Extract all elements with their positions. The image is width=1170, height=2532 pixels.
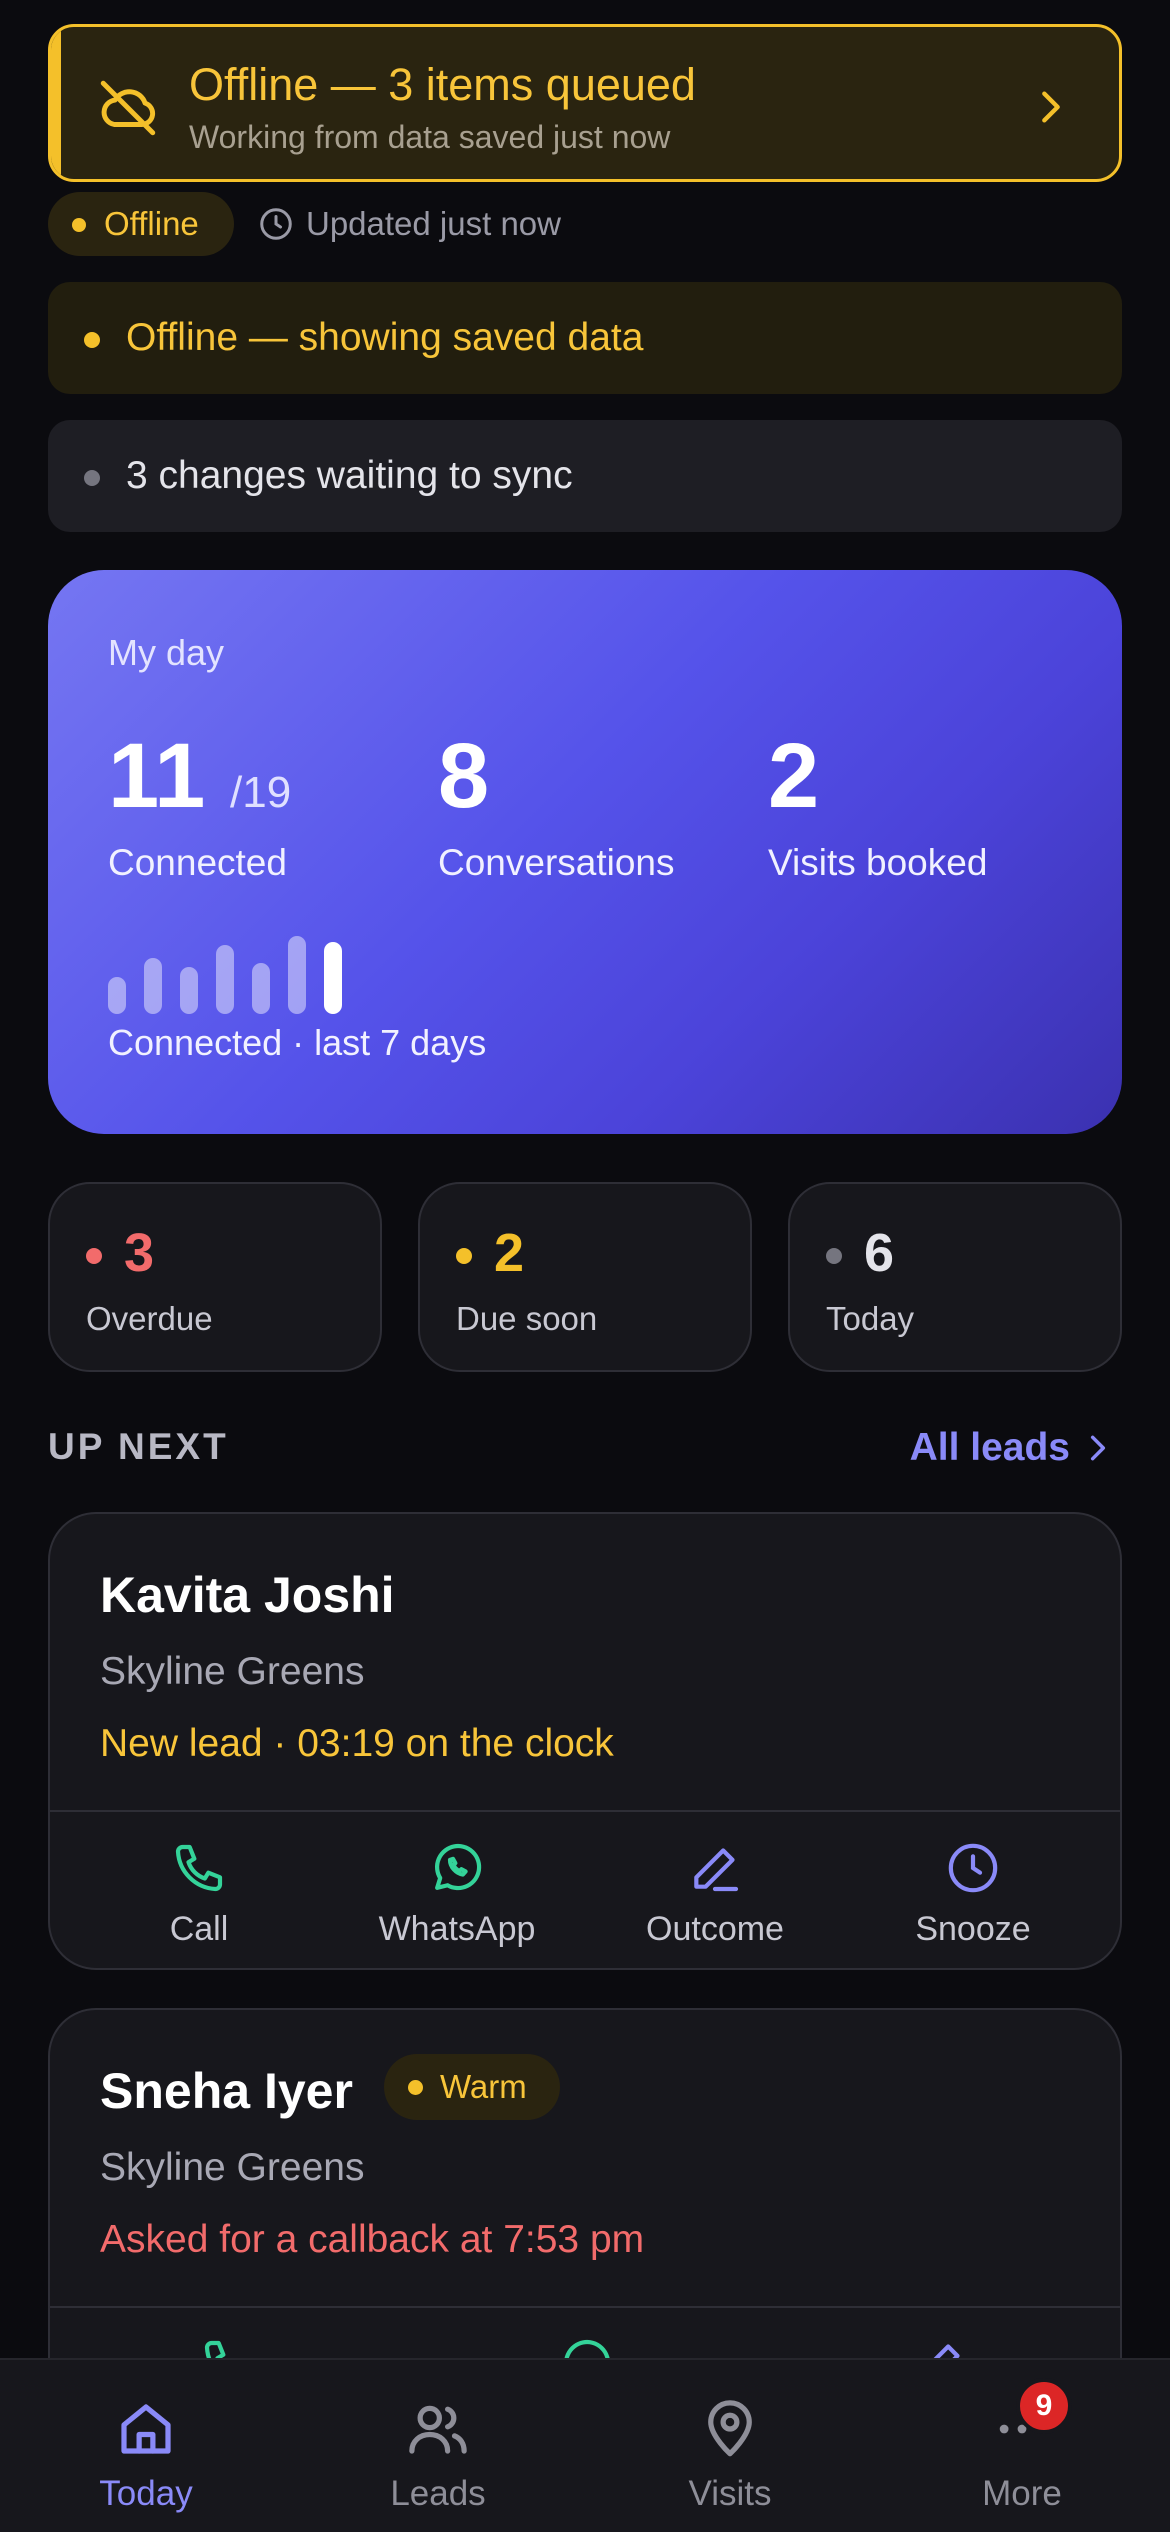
more-notification-badge: 9 [1016, 2378, 1072, 2434]
due-soon-count: 2 [494, 1223, 525, 1283]
outcome-label: Outcome [646, 1910, 784, 1948]
card-divider [50, 1810, 1120, 1812]
overdue-tile[interactable]: 3 Overdue [48, 1182, 382, 1372]
overdue-count: 3 [124, 1223, 155, 1283]
today-label: Today [826, 1300, 915, 1337]
banner-subtitle: Working from data saved just now [189, 119, 671, 155]
saved-data-notice: Offline — showing saved data [48, 282, 1122, 394]
sparkline-bar [108, 977, 126, 1014]
visits-booked-label: Visits booked [768, 842, 988, 883]
users-icon [409, 2405, 467, 2454]
notice-dot [84, 332, 100, 348]
my-day-card: My day 11 /19 Connected 8 Conversations … [48, 570, 1122, 1134]
snooze-label: Snooze [915, 1910, 1031, 1948]
badge-label: Warm [440, 2068, 527, 2105]
whatsapp-button[interactable]: WhatsApp [328, 1840, 586, 1949]
lead-name: Sneha Iyer [100, 2063, 353, 2119]
clock-icon [948, 1843, 998, 1893]
sparkline-bar [180, 967, 198, 1014]
call-label: Call [169, 1910, 229, 1948]
all-leads-link[interactable]: All leads [910, 1426, 1070, 1470]
status-dot [72, 218, 86, 232]
connected-sparkline [108, 934, 368, 1014]
due-soon-label: Due soon [456, 1300, 598, 1337]
overdue-label: Overdue [86, 1300, 213, 1337]
card-divider [50, 2306, 1120, 2308]
nav-visits[interactable]: Visits [584, 2360, 876, 2532]
due-soon-dot [456, 1248, 472, 1264]
nav-leads-label: Leads [390, 2474, 486, 2513]
badge-dot [408, 2080, 423, 2095]
whatsapp-icon [434, 1843, 482, 1891]
sync-pending-text: 3 changes waiting to sync [126, 454, 573, 497]
sync-pending-notice: 3 changes waiting to sync [48, 420, 1122, 532]
today-tile[interactable]: 6 Today [788, 1182, 1122, 1372]
map-pin-icon [708, 2400, 752, 2457]
due-soon-tile[interactable]: 2 Due soon [418, 1182, 752, 1372]
up-next-heading: UP NEXT [48, 1426, 229, 1467]
banner-title: Offline — 3 items queued [189, 59, 696, 110]
nav-more[interactable]: More [876, 2360, 1168, 2532]
conversations-value: 8 [438, 725, 490, 827]
notice-dot [84, 470, 100, 486]
today-count: 6 [864, 1223, 895, 1283]
my-day-heading: My day [108, 632, 225, 673]
updated-timestamp: Updated just now [306, 205, 561, 242]
nav-visits-label: Visits [688, 2474, 772, 2513]
outcome-button[interactable]: Outcome [586, 1840, 844, 1949]
lead-status: New lead · 03:19 on the clock [100, 1722, 614, 1765]
connected-label: Connected [108, 842, 287, 883]
sparkline-bar [252, 963, 270, 1014]
nav-leads[interactable]: Leads [292, 2360, 584, 2532]
nav-today-label: Today [99, 2474, 193, 2513]
phone-icon [175, 1844, 223, 1892]
lead-name: Kavita Joshi [100, 1567, 395, 1623]
sparkline-bar [216, 945, 234, 1014]
sparkline-bar [288, 936, 306, 1014]
pencil-icon [694, 1848, 739, 1892]
whatsapp-label: WhatsApp [378, 1910, 536, 1948]
snooze-button[interactable]: Snooze [844, 1840, 1102, 1949]
lead-status: Asked for a callback at 7:53 pm [100, 2218, 645, 2261]
nav-more-label: More [982, 2474, 1062, 2513]
sparkline-caption: Connected · last 7 days [108, 1022, 487, 1063]
visits-booked-value: 2 [768, 725, 820, 827]
offline-banner[interactable]: Offline — 3 items queued Working from da… [48, 24, 1122, 182]
sparkline-bar [324, 942, 342, 1014]
bottom-navigation: Today Leads Visits More [0, 2358, 1170, 2532]
connected-total: /19 [230, 768, 292, 817]
lead-temperature-badge: Warm [384, 2054, 560, 2120]
chevron-right-icon [1042, 91, 1060, 123]
lead-project: Skyline Greens [100, 2146, 365, 2189]
overdue-dot [86, 1248, 102, 1264]
today-dot [826, 1248, 842, 1264]
conversations-label: Conversations [438, 842, 675, 883]
home-icon [121, 2404, 171, 2454]
offline-chip-label: Offline [104, 205, 199, 242]
connected-value: 11 [108, 725, 206, 827]
call-button[interactable]: Call [70, 1840, 328, 1949]
sparkline-bar [144, 958, 162, 1014]
lead-project: Skyline Greens [100, 1650, 365, 1693]
clock-icon [260, 208, 292, 240]
chevron-right-icon[interactable] [1082, 1432, 1114, 1464]
cloud-off-icon [100, 80, 156, 136]
banner-accent-stripe [51, 27, 61, 179]
saved-data-text: Offline — showing saved data [126, 316, 644, 359]
lead-card[interactable]: Kavita Joshi Skyline Greens New lead · 0… [48, 1512, 1122, 1970]
offline-status-chip: Offline [48, 192, 234, 256]
nav-today[interactable]: Today [0, 2360, 292, 2532]
